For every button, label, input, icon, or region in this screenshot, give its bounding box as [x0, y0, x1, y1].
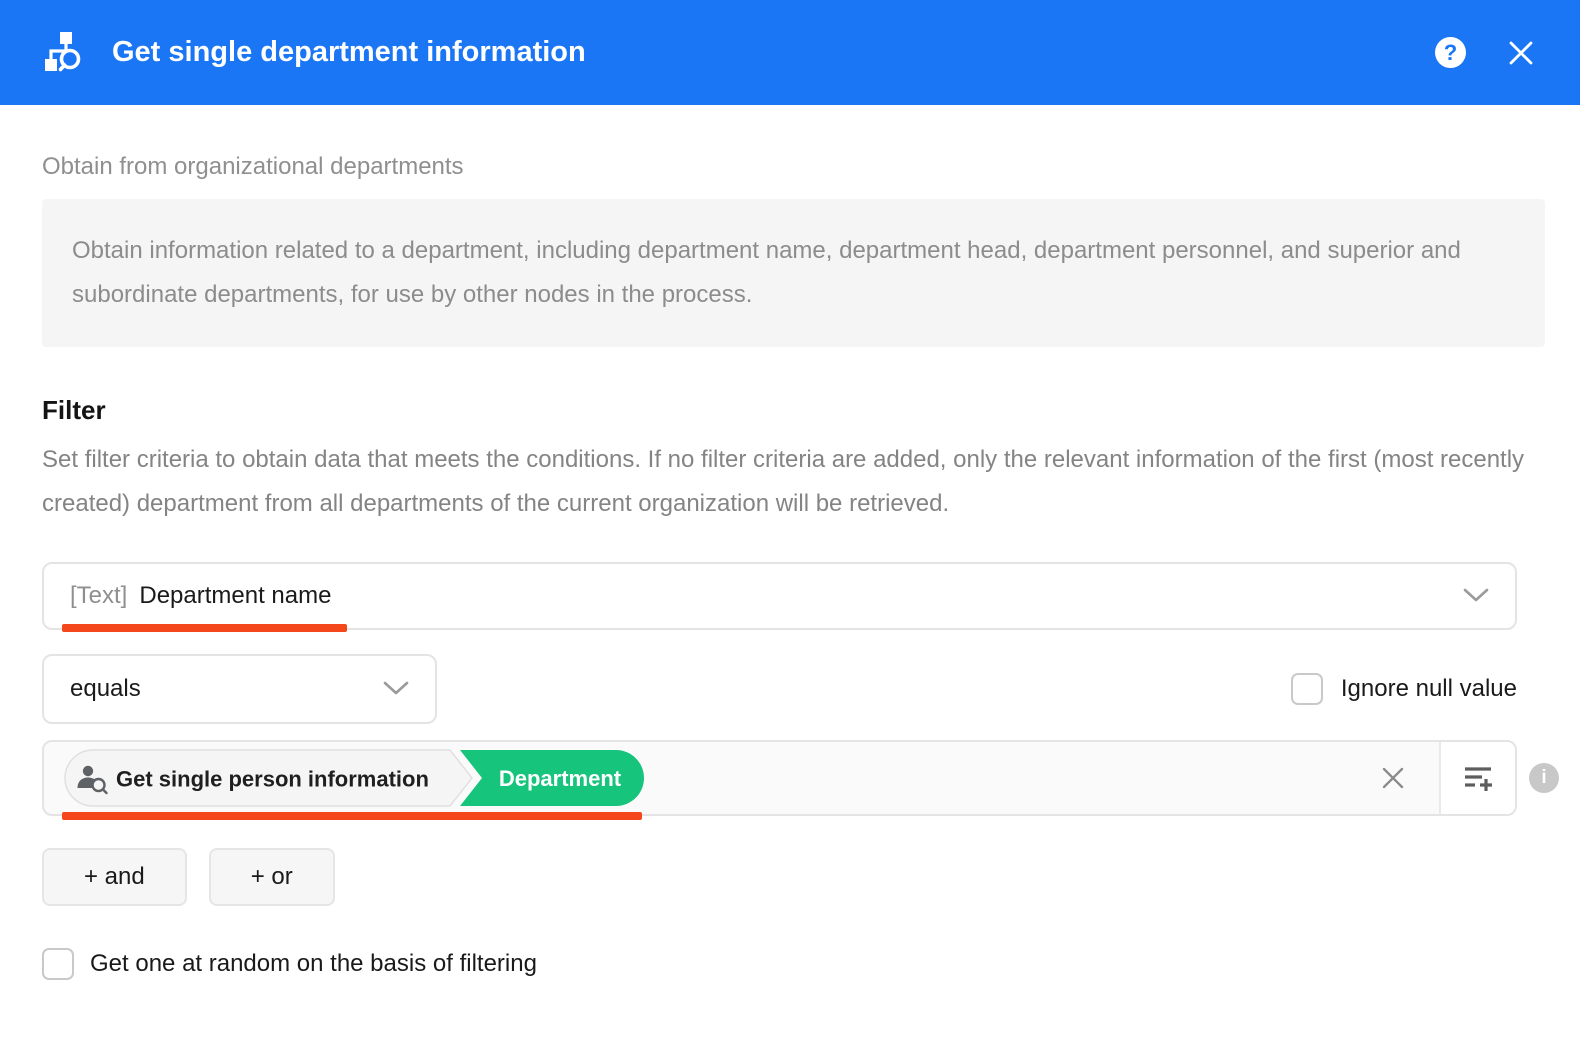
insert-variable-button[interactable]: [1439, 742, 1515, 814]
operator-row: equals Ignore null value: [42, 654, 1517, 724]
operator-value: equals: [70, 675, 141, 703]
dialog-header: Get single department information ?: [0, 0, 1580, 105]
info-icon[interactable]: i: [1529, 763, 1559, 793]
tag-field-label: Department: [499, 766, 622, 791]
filter-hint: Set filter criteria to obtain data that …: [42, 438, 1537, 526]
dialog-title: Get single department information: [112, 36, 586, 69]
close-icon: [1506, 38, 1536, 68]
random-row: Get one at random on the basis of filter…: [42, 948, 1517, 980]
close-button[interactable]: [1506, 38, 1536, 68]
clear-x-icon: [1380, 765, 1406, 791]
filter-operator-select[interactable]: equals: [42, 654, 437, 724]
add-or-button[interactable]: + or: [209, 848, 335, 906]
filter-value-input[interactable]: Get single person information Department: [42, 740, 1517, 816]
field-name: Department name: [139, 582, 331, 610]
tag-source-label: Get single person information: [116, 767, 429, 792]
field-type-tag: [Text]: [70, 582, 127, 610]
dialog-body: Obtain from organizational departments O…: [0, 105, 1580, 980]
variable-tag[interactable]: Get single person information Department: [64, 749, 646, 807]
filter-heading: Filter: [42, 395, 1545, 426]
annotation-underline-field: [62, 624, 347, 632]
chevron-down-icon: [1463, 582, 1489, 610]
ignore-null-label: Ignore null value: [1341, 675, 1517, 703]
node-subtitle: Obtain from organizational departments: [42, 153, 1545, 181]
description-box: Obtain information related to a departme…: [42, 199, 1545, 347]
clear-value-button[interactable]: [1373, 758, 1413, 798]
chevron-down-icon: [383, 675, 409, 703]
help-icon: ?: [1444, 40, 1457, 66]
random-label: Get one at random on the basis of filter…: [90, 950, 537, 978]
filter-rows: [Text] Department name equals: [42, 562, 1517, 980]
condition-buttons: + and + or: [42, 848, 1517, 906]
ignore-null-checkbox[interactable]: [1291, 673, 1323, 705]
filter-field-select[interactable]: [Text] Department name: [42, 562, 1517, 630]
ignore-null-group: Ignore null value: [1291, 673, 1517, 705]
random-checkbox[interactable]: [42, 948, 74, 980]
header-actions: ?: [1435, 37, 1536, 68]
annotation-underline-value: [62, 812, 642, 820]
playlist-add-icon: [1461, 761, 1495, 795]
add-and-button[interactable]: + and: [42, 848, 187, 906]
help-button[interactable]: ?: [1435, 37, 1466, 68]
org-search-icon: [40, 29, 88, 77]
